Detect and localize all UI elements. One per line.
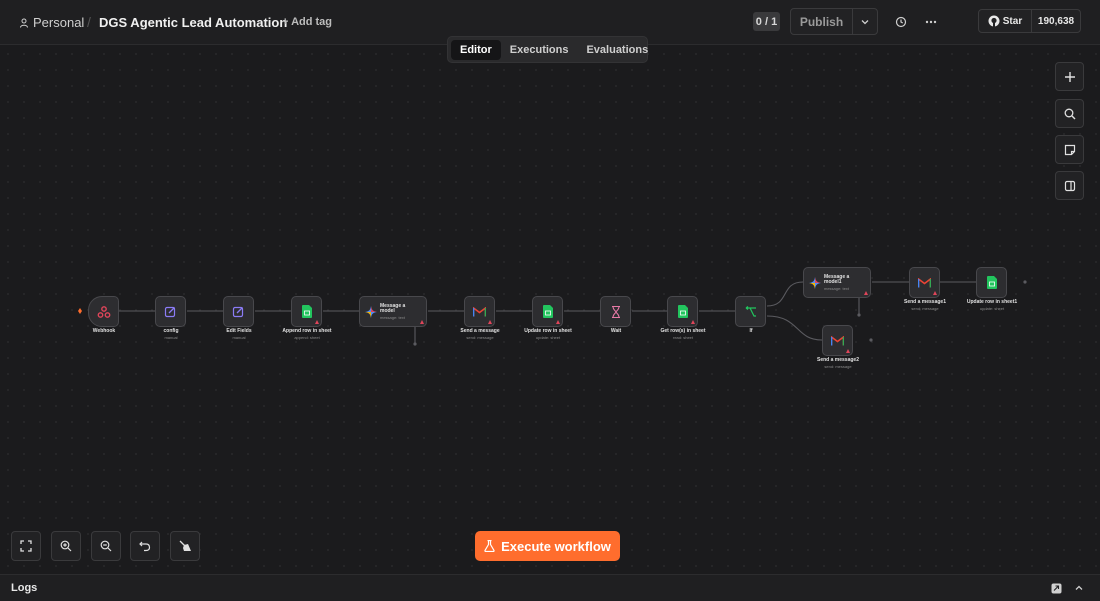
tidy-up-button[interactable] [170, 531, 200, 561]
wire [766, 315, 823, 341]
node-send-message-title: Send a message [460, 328, 500, 334]
broom-icon [179, 540, 191, 551]
execute-workflow-label: Execute workflow [501, 538, 611, 554]
fit-view-icon [20, 540, 32, 552]
node-message-model1[interactable]: Message a model1 message: text [803, 267, 871, 298]
node-get-rows-sub: read: sheet [672, 335, 694, 340]
gemini-icon [809, 276, 821, 289]
node-edit-fields[interactable] [223, 296, 254, 327]
node-config-title: config [163, 328, 179, 334]
logs-popout-button[interactable] [1049, 581, 1063, 595]
warning-icon [420, 320, 424, 324]
node-send-message-sub: send: message [466, 335, 494, 340]
node-message-model1-title: Message a model1 [824, 273, 850, 285]
node-send-message[interactable] [464, 296, 495, 327]
toggle-panel-button[interactable] [1055, 171, 1084, 200]
node-get-rows[interactable] [667, 296, 698, 327]
node-send-message1-title: Send a message1 [904, 299, 946, 305]
zoom-in-button[interactable] [51, 531, 81, 561]
node-edit-fields-title: Edit Fields [226, 328, 252, 334]
zoom-out-icon [100, 540, 112, 552]
node-update-row1[interactable] [976, 267, 1007, 298]
node-update-row1-sub: update: sheet [979, 306, 1005, 311]
add-node-button[interactable] [1055, 62, 1084, 91]
node-send-message1[interactable] [909, 267, 940, 298]
node-message-model-title: Message a model [380, 302, 406, 314]
node-message-model[interactable]: Message a model message: text [359, 296, 427, 327]
node-update-row-title: Update row in sheet [524, 328, 572, 334]
sticky-note-button[interactable] [1055, 135, 1084, 164]
node-if[interactable] [735, 296, 766, 327]
warning-icon [488, 320, 492, 324]
search-icon [1064, 108, 1075, 119]
undo-button[interactable] [130, 531, 160, 561]
node-webhook[interactable] [88, 296, 119, 327]
node-edit-fields-sub: manual [232, 335, 246, 340]
node-if-title: If [749, 328, 753, 334]
logs-label: Logs [11, 582, 38, 594]
google-sheets-icon [542, 305, 553, 318]
plus-icon [1064, 71, 1075, 82]
node-webhook-title: Webhook [92, 328, 116, 334]
zoom-out-button[interactable] [91, 531, 121, 561]
node-append-row-title: Append row in sheet [282, 328, 332, 334]
edit-icon [164, 306, 176, 318]
logs-panel[interactable]: Logs [0, 574, 1100, 601]
node-append-row-sub: append: sheet [294, 335, 320, 340]
gmail-icon [918, 277, 931, 287]
node-message-model1-sub: message: text [824, 285, 849, 291]
gemini-icon [365, 305, 377, 318]
sticky-note-icon [1064, 144, 1075, 155]
node-wait-title: Wait [610, 328, 622, 334]
warning-icon [846, 349, 850, 353]
chevron-up-icon [1075, 585, 1083, 590]
execute-workflow-button[interactable]: Execute workflow [475, 531, 620, 561]
edit-icon [232, 306, 244, 318]
google-sheets-icon [677, 305, 688, 318]
node-message-model-sub: message: text [380, 314, 405, 320]
flask-icon [484, 540, 495, 552]
node-send-message2[interactable] [822, 325, 853, 356]
warning-icon [864, 291, 868, 295]
branch-icon [745, 305, 756, 317]
node-wait[interactable] [600, 296, 631, 327]
logs-expand-button[interactable] [1072, 581, 1086, 595]
tab-evaluations[interactable]: Evaluations [577, 40, 657, 60]
node-config[interactable] [155, 296, 186, 327]
fit-view-button[interactable] [11, 531, 41, 561]
node-config-sub: manual [164, 335, 178, 340]
trigger-indicator [78, 308, 82, 314]
search-nodes-button[interactable] [1055, 99, 1084, 128]
hourglass-icon [611, 305, 620, 318]
node-send-message2-title: Send a message2 [817, 357, 859, 363]
warning-icon [315, 320, 319, 324]
popout-icon [1051, 583, 1061, 593]
node-get-rows-title: Get row(s) in sheet [660, 328, 706, 334]
warning-icon [556, 320, 560, 324]
google-sheets-icon [986, 276, 997, 289]
view-tabs: Editor Executions Evaluations [447, 36, 648, 63]
node-send-message2-sub: send: message [824, 364, 852, 369]
node-update-row-sub: update: sheet [535, 335, 561, 340]
node-send-message1-sub: send: message [911, 306, 939, 311]
gmail-icon [473, 306, 486, 316]
tab-executions[interactable]: Executions [501, 40, 578, 60]
webhook-icon [97, 305, 110, 318]
google-sheets-icon [301, 305, 312, 318]
panel-icon [1064, 180, 1075, 191]
warning-icon [933, 291, 937, 295]
node-update-row[interactable] [532, 296, 563, 327]
gmail-icon [831, 335, 844, 345]
warning-icon [691, 320, 695, 324]
node-append-row[interactable] [291, 296, 322, 327]
undo-icon [139, 541, 151, 552]
node-update-row1-title: Update row in sheet1 [966, 299, 1018, 305]
wire [766, 281, 804, 307]
tab-editor[interactable]: Editor [451, 39, 501, 60]
zoom-in-icon [60, 540, 72, 552]
